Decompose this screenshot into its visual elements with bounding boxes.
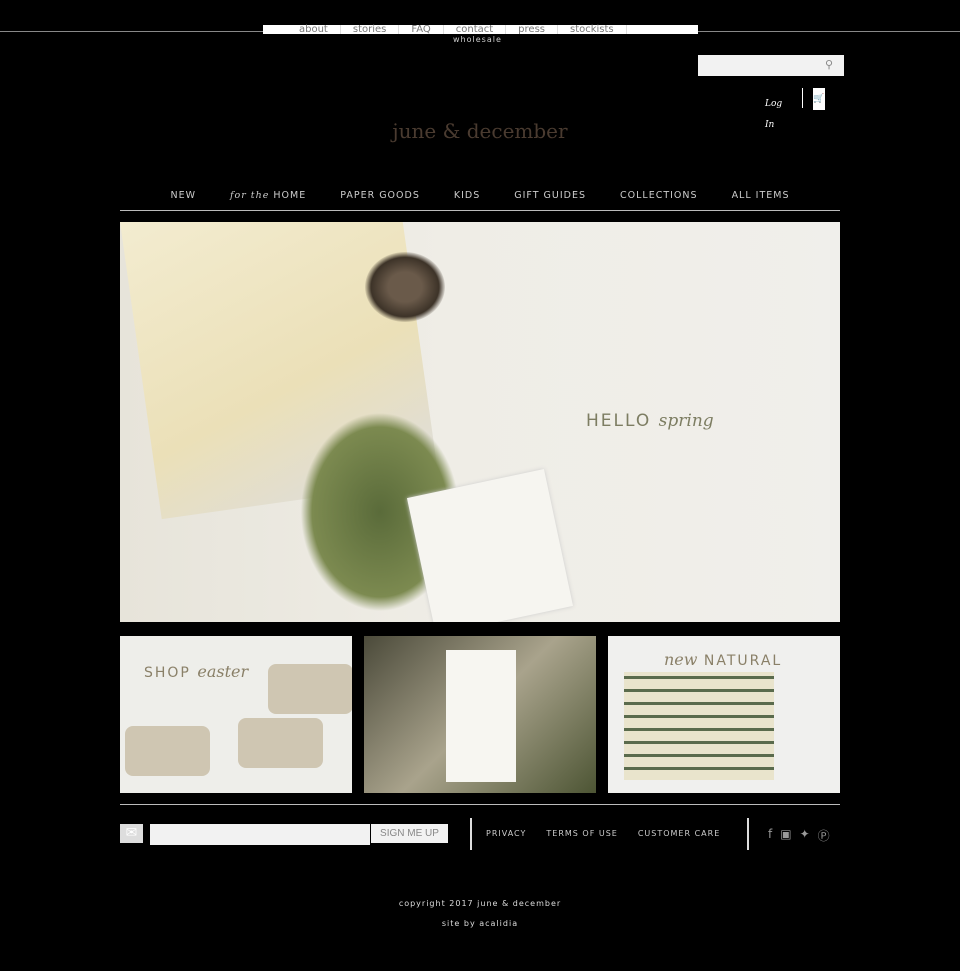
nav-label: KIDS [453, 190, 481, 201]
footer-divider [120, 804, 840, 805]
mail-icon: ✉ [120, 824, 143, 843]
top-link-wholesale[interactable]: wholesale [453, 35, 502, 44]
nav-divider [120, 210, 840, 211]
social-links: f ▣ ✦ Ⓟ [768, 827, 830, 844]
nav-label: NEW [170, 190, 196, 201]
top-link-press[interactable]: press [506, 25, 558, 35]
top-link-faq[interactable]: FAQ [399, 25, 444, 35]
footer-links: PRIVACY TERMS OF USE CUSTOMER CARE [486, 829, 720, 838]
footer-link-customer-care[interactable]: CUSTOMER CARE [638, 829, 720, 838]
nav-home[interactable]: for the HOME [230, 190, 306, 201]
napkin-stack-image [624, 672, 774, 780]
footer-separator [747, 818, 749, 850]
nav-label: ALL ITEMS [731, 190, 790, 201]
pinterest-icon[interactable]: Ⓟ [818, 827, 830, 844]
egg-carton-image [125, 726, 210, 776]
nav-label: HOME [273, 190, 307, 201]
search-input[interactable] [698, 55, 844, 76]
tile-shop-easter[interactable]: SHOP easter [120, 636, 352, 793]
nav-all-items[interactable]: ALL ITEMS [732, 190, 790, 201]
copyright: copyright 2017 june & december [398, 899, 562, 908]
hero-image-nest [365, 252, 445, 322]
cart-icon[interactable]: 🛒 [813, 88, 825, 110]
main-nav: NEW for the HOME PAPER GOODS KIDS GIFT G… [120, 190, 840, 201]
nav-prefix: for the [230, 190, 270, 201]
footer: ✉ SIGN ME UP PRIVACY TERMS OF USE CUSTOM… [120, 818, 840, 850]
search-icon[interactable]: ⚲ [825, 58, 833, 71]
hero-title: HELLO spring [586, 411, 714, 431]
nav-collections[interactable]: COLLECTIONS [620, 190, 698, 201]
tile-title: new NATURAL [664, 650, 783, 669]
nav-gift-guides[interactable]: GIFT GUIDES [514, 190, 586, 201]
tile-new-natural[interactable]: new NATURAL [608, 636, 840, 793]
top-link-contact[interactable]: contact [444, 25, 507, 35]
hero-banner[interactable]: HELLO spring [120, 222, 840, 622]
nav-kids[interactable]: KIDS [454, 190, 480, 201]
header-divider [802, 88, 803, 108]
sign-up-button[interactable]: SIGN ME UP [371, 824, 448, 843]
nav-paper-goods[interactable]: PAPER GOODS [340, 190, 420, 201]
footer-link-terms[interactable]: TERMS OF USE [546, 829, 617, 838]
napkin-image [446, 650, 516, 782]
top-link-stories[interactable]: stories [341, 25, 400, 35]
egg-carton-image [238, 718, 323, 768]
hero-image-fern-card [406, 468, 574, 622]
twitter-icon[interactable]: ✦ [800, 827, 810, 844]
nav-label: GIFT GUIDES [514, 190, 586, 201]
nav-label: COLLECTIONS [620, 190, 698, 201]
newsletter-email-input[interactable] [150, 824, 370, 845]
facebook-icon[interactable]: f [768, 827, 772, 844]
logo[interactable]: june & december [0, 119, 960, 143]
tile-table-setting[interactable] [364, 636, 596, 793]
site-credit[interactable]: site by acalidia [0, 919, 960, 928]
footer-separator [470, 818, 472, 850]
top-link-stockists[interactable]: stockists [558, 25, 627, 35]
top-link-about[interactable]: about [287, 25, 341, 35]
tile-title: SHOP easter [144, 662, 249, 681]
nav-label: PAPER GOODS [340, 190, 420, 201]
nav-new[interactable]: NEW [170, 190, 196, 201]
instagram-icon[interactable]: ▣ [780, 827, 791, 844]
egg-carton-image [268, 664, 352, 714]
footer-link-privacy[interactable]: PRIVACY [486, 829, 526, 838]
top-links: about stories FAQ contact press stockist… [263, 25, 698, 35]
